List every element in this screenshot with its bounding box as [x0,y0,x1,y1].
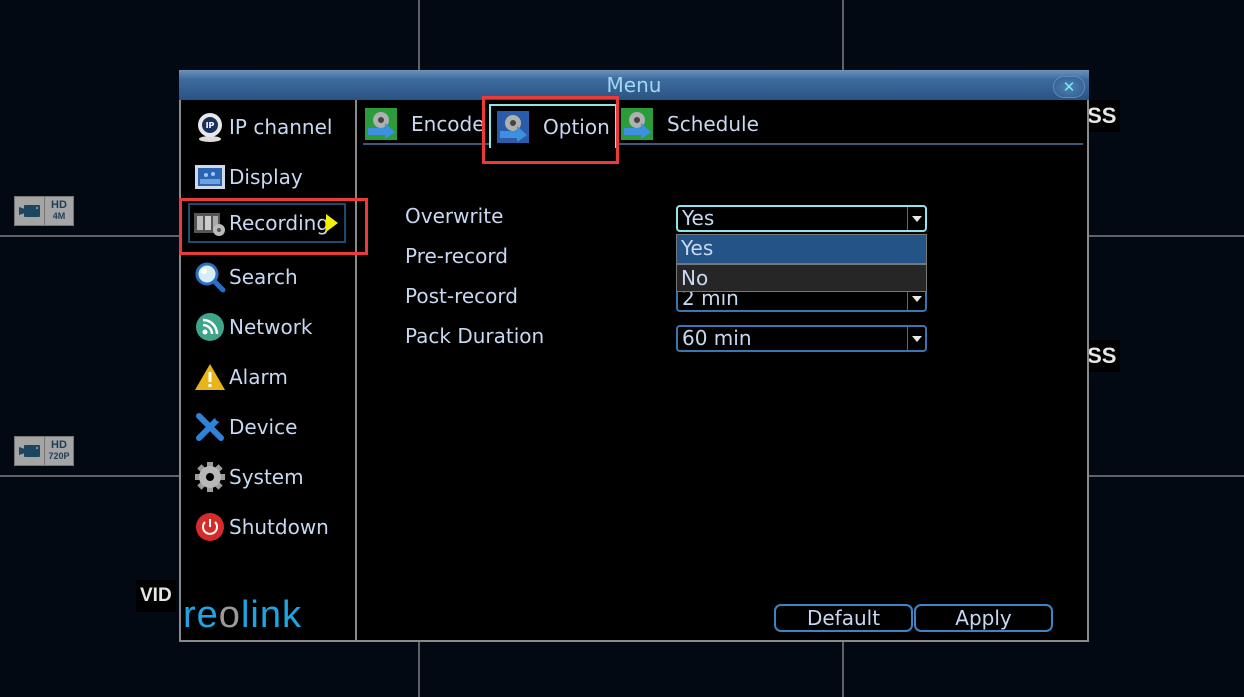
network-icon [193,310,227,344]
video-camera-icon [15,197,45,225]
tab-schedule[interactable]: Schedule [621,104,759,144]
sidebar-item-label: Search [229,265,298,289]
overwrite-label: Overwrite [405,204,504,228]
sidebar-item-label: System [229,465,304,489]
sidebar-item-shutdown[interactable]: Shutdown [193,507,329,547]
sidebar-item-label: Recording [229,211,330,235]
sidebar-item-label: Alarm [229,365,288,389]
close-button[interactable]: ✕ [1053,76,1085,98]
pack-duration-label: Pack Duration [405,324,545,348]
chevron-down-icon[interactable] [907,207,925,230]
shutdown-icon [193,510,227,544]
alarm-icon [193,360,227,394]
sidebar-item-network[interactable]: Network [193,307,313,347]
sidebar-item-label: Shutdown [229,515,329,539]
sidebar-item-recording[interactable]: Recording [188,203,346,243]
sidebar: IP IP channel Display Recording Search N… [181,100,357,640]
select-value: Yes [682,206,715,230]
overwrite-dropdown-list: Yes No [676,234,927,292]
gear-arrow-icon [621,108,653,140]
content-panel: Encode Option Schedule Overwrite Pre-rec… [359,100,1087,640]
pack-duration-select[interactable]: 60 min [676,325,927,352]
apply-button[interactable]: Apply [914,604,1053,632]
select-value: 60 min [682,326,752,350]
device-icon [193,410,227,444]
sidebar-item-display[interactable]: Display [193,157,303,197]
badge-line2: 720P [48,451,70,461]
system-icon [193,460,227,494]
pre-record-label: Pre-record [405,244,508,268]
dropdown-option-yes[interactable]: Yes [677,235,926,263]
sidebar-item-search[interactable]: Search [193,257,298,297]
chevron-down-icon[interactable] [907,327,925,350]
sidebar-item-device[interactable]: Device [193,407,297,447]
ip-camera-icon: IP [193,110,227,144]
svg-text:IP: IP [206,121,215,130]
gear-arrow-icon [497,111,529,143]
sidebar-item-label: IP channel [229,115,333,139]
sidebar-item-ip-channel[interactable]: IP IP channel [193,107,332,147]
overwrite-select[interactable]: Yes [676,205,927,232]
tab-label: Encode [411,112,485,136]
active-arrow-icon [326,214,338,232]
osd-tag: VID [136,580,176,612]
badge-line1: HD [51,199,67,211]
sidebar-item-label: Display [229,165,303,189]
sidebar-item-label: Device [229,415,298,439]
sidebar-item-label: Network [229,315,313,339]
badge-line2: 4M [52,211,66,221]
badge-line1: HD [51,439,67,451]
default-button[interactable]: Default [774,604,913,632]
recording-icon [193,206,227,240]
post-record-label: Post-record [405,284,518,308]
menu-window: Menu ✕ IP IP channel Display Recording S… [179,70,1089,642]
search-icon [193,260,227,294]
close-icon: ✕ [1062,78,1076,96]
tab-encode[interactable]: Encode [365,104,485,144]
gear-arrow-icon [365,108,397,140]
tab-label: Option [543,115,610,139]
camera-badge: HD 4M [14,196,74,226]
video-camera-icon [15,437,45,465]
camera-badge: HD 720P [14,436,74,466]
tab-option[interactable]: Option [489,104,617,148]
sidebar-item-alarm[interactable]: Alarm [193,357,288,397]
reolink-logo: reolink [183,594,302,636]
tab-label: Schedule [667,112,759,136]
window-title: Menu [606,73,662,97]
display-icon [193,160,227,194]
dropdown-option-no[interactable]: No [677,263,926,291]
sidebar-item-system[interactable]: System [193,457,304,497]
title-bar[interactable]: Menu ✕ [179,70,1089,100]
